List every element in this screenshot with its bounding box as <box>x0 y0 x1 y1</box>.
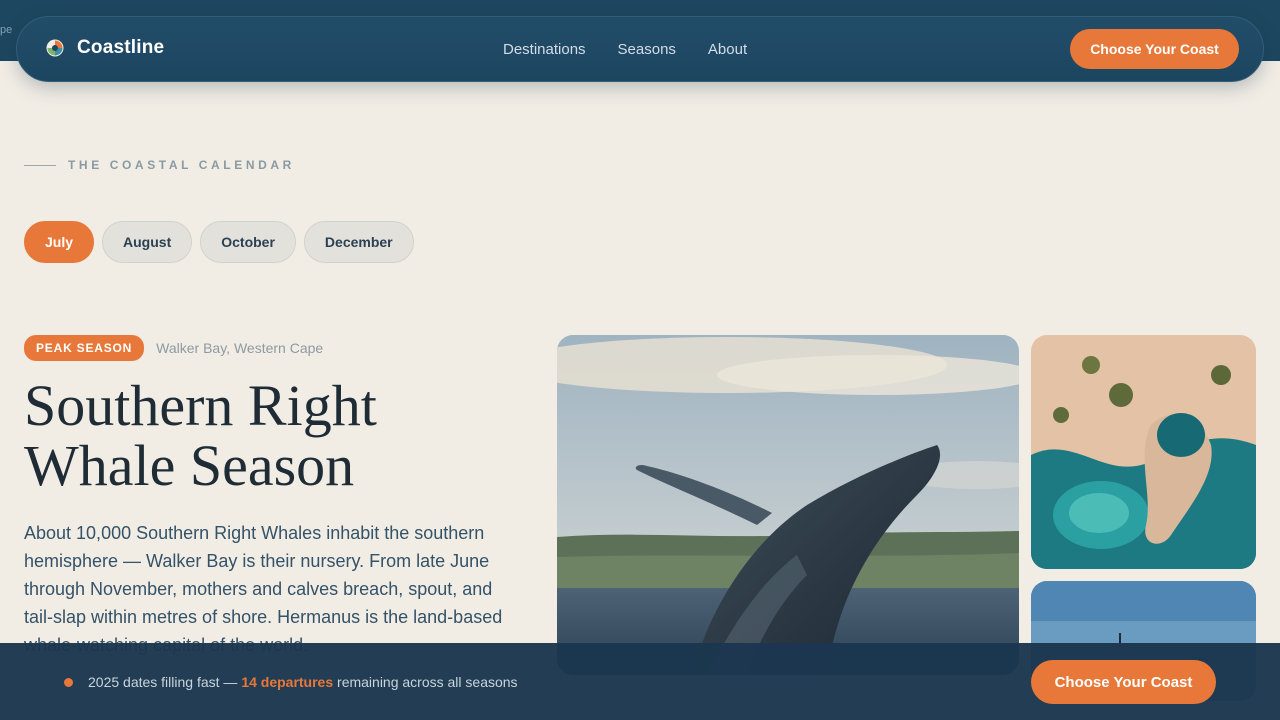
nav-links: Destinations Seasons About <box>503 41 779 58</box>
whale-breach-photo <box>557 335 1019 675</box>
availability-text: 2025 dates filling fast — 14 departures … <box>88 674 518 690</box>
feature-meta: PEAK SEASON Walker Bay, Western Cape <box>24 335 323 361</box>
nav-link-seasons[interactable]: Seasons <box>618 41 676 58</box>
bottom-banner: 2025 dates filling fast — 14 departures … <box>0 643 1280 720</box>
departures-count: 14 departures <box>241 674 334 690</box>
nav-link-about[interactable]: About <box>708 41 747 58</box>
status-dot-icon <box>64 678 73 687</box>
choose-coast-button-bottom[interactable]: Choose Your Coast <box>1031 660 1216 704</box>
tab-october[interactable]: October <box>200 221 296 263</box>
top-strip-text: pe <box>0 24 13 36</box>
brand-name: Coastline <box>77 37 165 58</box>
availability-text-tail: remaining across all seasons <box>333 674 518 690</box>
feature-title-line2: Whale Season <box>24 433 355 498</box>
tab-july[interactable]: July <box>24 221 95 263</box>
feature-description: About 10,000 Southern Right Whales inhab… <box>24 523 503 655</box>
coastline-aerial-photo <box>1031 335 1256 569</box>
section-eyebrow: THE COASTAL CALENDAR <box>24 158 295 172</box>
nav-link-destinations[interactable]: Destinations <box>503 41 586 58</box>
eyebrow-line <box>24 164 56 166</box>
logo-icon <box>45 38 65 58</box>
navbar: Coastline Destinations Seasons About Cho… <box>16 16 1264 82</box>
feature-title: Southern Right Whale Season <box>24 376 524 496</box>
eyebrow-text: THE COASTAL CALENDAR <box>68 158 295 172</box>
brand[interactable]: Coastline <box>45 37 164 59</box>
tab-august[interactable]: August <box>102 221 193 263</box>
location-label: Walker Bay, Western Cape <box>156 340 324 356</box>
choose-coast-button[interactable]: Choose Your Coast <box>1070 29 1239 69</box>
status-badge: PEAK SEASON <box>24 335 145 361</box>
availability-text-lead: 2025 dates filling fast — <box>88 674 242 690</box>
tab-december[interactable]: December <box>303 221 414 263</box>
feature-title-line1: Southern Right <box>24 373 377 438</box>
month-tabs: July August October December <box>24 221 422 263</box>
